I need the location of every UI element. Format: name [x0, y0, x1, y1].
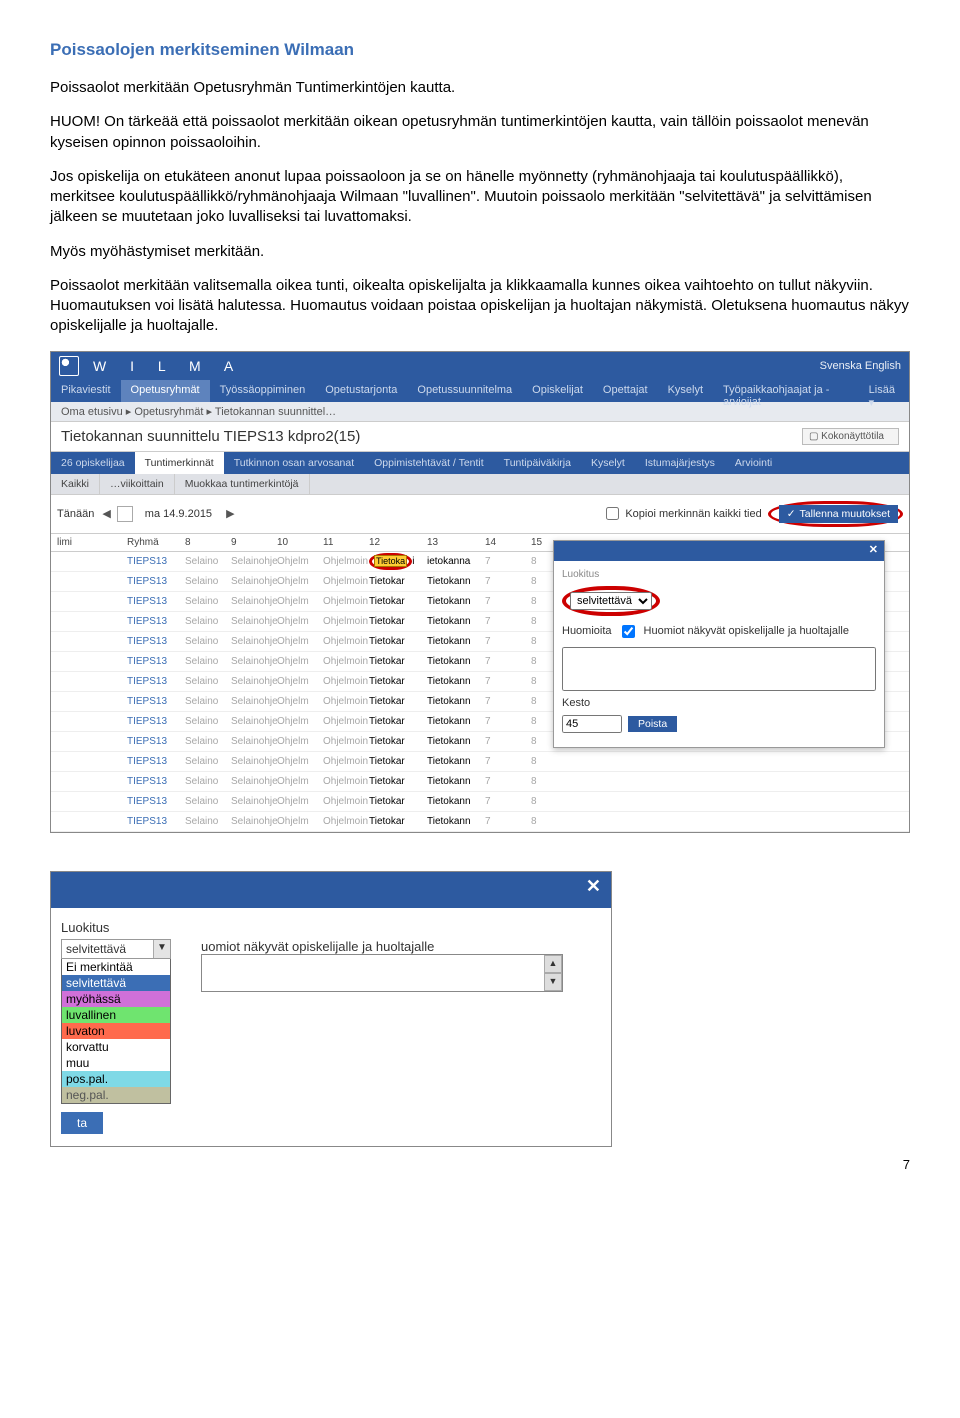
tab[interactable]: 26 opiskelijaa	[51, 452, 135, 474]
col-h: 13	[427, 537, 485, 548]
tab[interactable]: Tutkinnon osan arvosanat	[224, 452, 364, 474]
fullscreen-button[interactable]: ▢ Kokonäyttötila	[802, 428, 899, 445]
menu-item[interactable]: Opiskelijat	[522, 380, 593, 402]
kesto-input[interactable]	[562, 715, 622, 733]
paragraph: Poissaolot merkitään Opetusryhmän Tuntim…	[50, 78, 910, 98]
luokitus-label: Luokitus	[562, 569, 599, 580]
col-h: 12	[369, 537, 427, 548]
page-title: Tietokannan suunnittelu TIEPS13 kdpro2(1…	[61, 428, 360, 445]
breadcrumb: Oma etusivu ▸ Opetusryhmät ▸ Tietokannan…	[51, 402, 909, 422]
col-h: 9	[231, 537, 277, 548]
huomiot-visible-checkbox[interactable]	[622, 625, 635, 638]
huomioita-label: Huomioita	[562, 625, 612, 637]
table-row[interactable]: TIEPS13SelainoSelainohjeOhjelmOhjelmoinT…	[51, 752, 909, 772]
sub-tab[interactable]: Kaikki	[51, 474, 100, 494]
calendar-icon[interactable]	[117, 506, 133, 522]
check-icon: ✓	[787, 508, 796, 520]
luokitus-select[interactable]: selvitettävä	[570, 592, 652, 610]
luokitus-option[interactable]: pos.pal.	[62, 1071, 170, 1087]
luokitus-option[interactable]: luvallinen	[62, 1007, 170, 1023]
tab[interactable]: Tuntipäiväkirja	[494, 452, 581, 474]
col-h: 11	[323, 537, 369, 548]
ta-button-fragment[interactable]: ta	[61, 1112, 103, 1134]
wilma-logo-icon	[59, 356, 79, 376]
menu-item[interactable]: Opetussuunnitelma	[407, 380, 522, 402]
menu-item[interactable]: Työpaikkaohjaajat ja -arvioijat	[713, 380, 859, 402]
tab[interactable]: Tuntimerkinnät	[135, 452, 224, 474]
luokitus-select[interactable]: selvitettävä ▼	[61, 939, 171, 959]
col-h: 8	[185, 537, 231, 548]
poista-button[interactable]: Poista	[628, 716, 677, 732]
luokitus-option-list[interactable]: Ei merkintääselvitettävämyöhässäluvallin…	[61, 958, 171, 1104]
sub-tab[interactable]: Muokkaa tuntimerkintöjä	[175, 474, 310, 494]
sub-tab[interactable]: …viikoittain	[100, 474, 175, 494]
wilma-brand: W I L M A	[93, 358, 820, 374]
copy-label: Kopioi merkinnän kaikki tied	[625, 508, 761, 520]
page-number: 7	[50, 1157, 910, 1172]
tab[interactable]: Kyselyt	[581, 452, 635, 474]
col-h: 10	[277, 537, 323, 548]
close-icon[interactable]: ✕	[869, 544, 878, 556]
language-links[interactable]: Svenska English	[820, 360, 901, 372]
tab[interactable]: Arviointi	[725, 452, 782, 474]
luokitus-option[interactable]: myöhässä	[62, 991, 170, 1007]
main-menu: PikaviestitOpetusryhmätTyössäoppiminenOp…	[51, 380, 909, 402]
menu-item[interactable]: Kyselyt	[658, 380, 713, 402]
fullscreen-label: Kokonäyttötila	[821, 431, 884, 442]
page-tabs: 26 opiskelijaaTuntimerkinnätTutkinnon os…	[51, 452, 909, 474]
menu-item[interactable]: Pikaviestit	[51, 380, 121, 402]
luokitus-option[interactable]: neg.pal.	[62, 1087, 170, 1103]
table-row[interactable]: TIEPS13SelainoSelainohjeOhjelmOhjelmoinT…	[51, 792, 909, 812]
scroll-up-icon[interactable]: ▲	[544, 955, 562, 973]
luokitus-label: Luokitus	[61, 920, 601, 935]
luokitus-highlight: selvitettävä	[562, 586, 660, 616]
sub-tabs: Kaikki…viikoittainMuokkaa tuntimerkintöj…	[51, 474, 909, 494]
luokitus-option[interactable]: korvattu	[62, 1039, 170, 1055]
toolbar: Tänään ◀ ma 14.9.2015 ▶ Kopioi merkinnän…	[51, 494, 909, 534]
today-label: Tänään	[57, 508, 94, 520]
menu-item[interactable]: Opetusryhmät	[121, 380, 210, 402]
save-highlight: ✓ Tallenna muutokset	[768, 501, 903, 527]
wilma-top-bar: W I L M A Svenska English	[51, 352, 909, 380]
wilma-screenshot-1: W I L M A Svenska English PikaviestitOpe…	[50, 351, 910, 833]
save-button[interactable]: ✓ Tallenna muutokset	[779, 505, 898, 523]
copy-all-checkbox[interactable]	[606, 507, 619, 520]
wilma-screenshot-2: ✕ Luokitus selvitettävä ▼ Ei merkintääse…	[50, 871, 612, 1147]
luokitus-option[interactable]: Ei merkintää	[62, 959, 170, 975]
tab[interactable]: Istumajärjestys	[635, 452, 725, 474]
paragraph: HUOM! On tärkeää että poissaolot merkitä…	[50, 112, 910, 153]
col-group: Ryhmä	[127, 537, 185, 548]
table-row[interactable]: TIEPS13SelainoSelainohjeOhjelmOhjelmoinT…	[51, 772, 909, 792]
close-icon[interactable]: ✕	[586, 876, 601, 896]
huomioita-textarea[interactable]: ▲ ▼	[201, 954, 563, 992]
col-name: limi	[57, 537, 127, 548]
luokitus-option[interactable]: muu	[62, 1055, 170, 1071]
tab[interactable]: Oppimistehtävät / Tentit	[364, 452, 494, 474]
kesto-label: Kesto	[562, 697, 590, 709]
date-display: ma 14.9.2015	[137, 506, 220, 522]
menu-item[interactable]: Työssäoppiminen	[210, 380, 316, 402]
section-heading: Poissaolojen merkitseminen Wilmaan	[50, 40, 910, 60]
menu-item[interactable]: Opetustarjonta	[315, 380, 407, 402]
next-day-button[interactable]: ▶	[224, 507, 236, 520]
luokitus-option[interactable]: luvaton	[62, 1023, 170, 1039]
timetable-grid: limi Ryhmä 8 9 10 11 12 13 14 15 TIEPS13…	[51, 534, 909, 832]
scroll-down-icon[interactable]: ▼	[544, 973, 562, 991]
menu-item[interactable]: Opettajat	[593, 380, 658, 402]
huomiot-visible-label-fragment: uomiot näkyvät opiskelijalle ja huoltaja…	[201, 939, 434, 954]
prev-day-button[interactable]: ◀	[100, 507, 112, 520]
huomioita-textarea[interactable]	[562, 647, 876, 691]
absence-popup: ✕ Luokitus selvitettävä Huomioita Huomio…	[553, 540, 885, 748]
luokitus-option[interactable]: selvitettävä	[62, 975, 170, 991]
paragraph: Myös myöhästymiset merkitään.	[50, 242, 910, 262]
page-header: Tietokannan suunnittelu TIEPS13 kdpro2(1…	[51, 422, 909, 452]
paragraph: Poissaolot merkitään valitsemalla oikea …	[50, 276, 910, 337]
chevron-down-icon[interactable]: ▼	[153, 940, 170, 958]
col-h: 14	[485, 537, 531, 548]
huomiot-visible-label: Huomiot näkyvät opiskelijalle ja huoltaj…	[644, 625, 849, 637]
paragraph: Jos opiskelija on etukäteen anonut lupaa…	[50, 167, 910, 228]
menu-more[interactable]: Lisää ▾	[859, 380, 909, 402]
save-button-label: Tallenna muutokset	[800, 508, 890, 520]
table-row[interactable]: TIEPS13SelainoSelainohjeOhjelmOhjelmoinT…	[51, 812, 909, 832]
